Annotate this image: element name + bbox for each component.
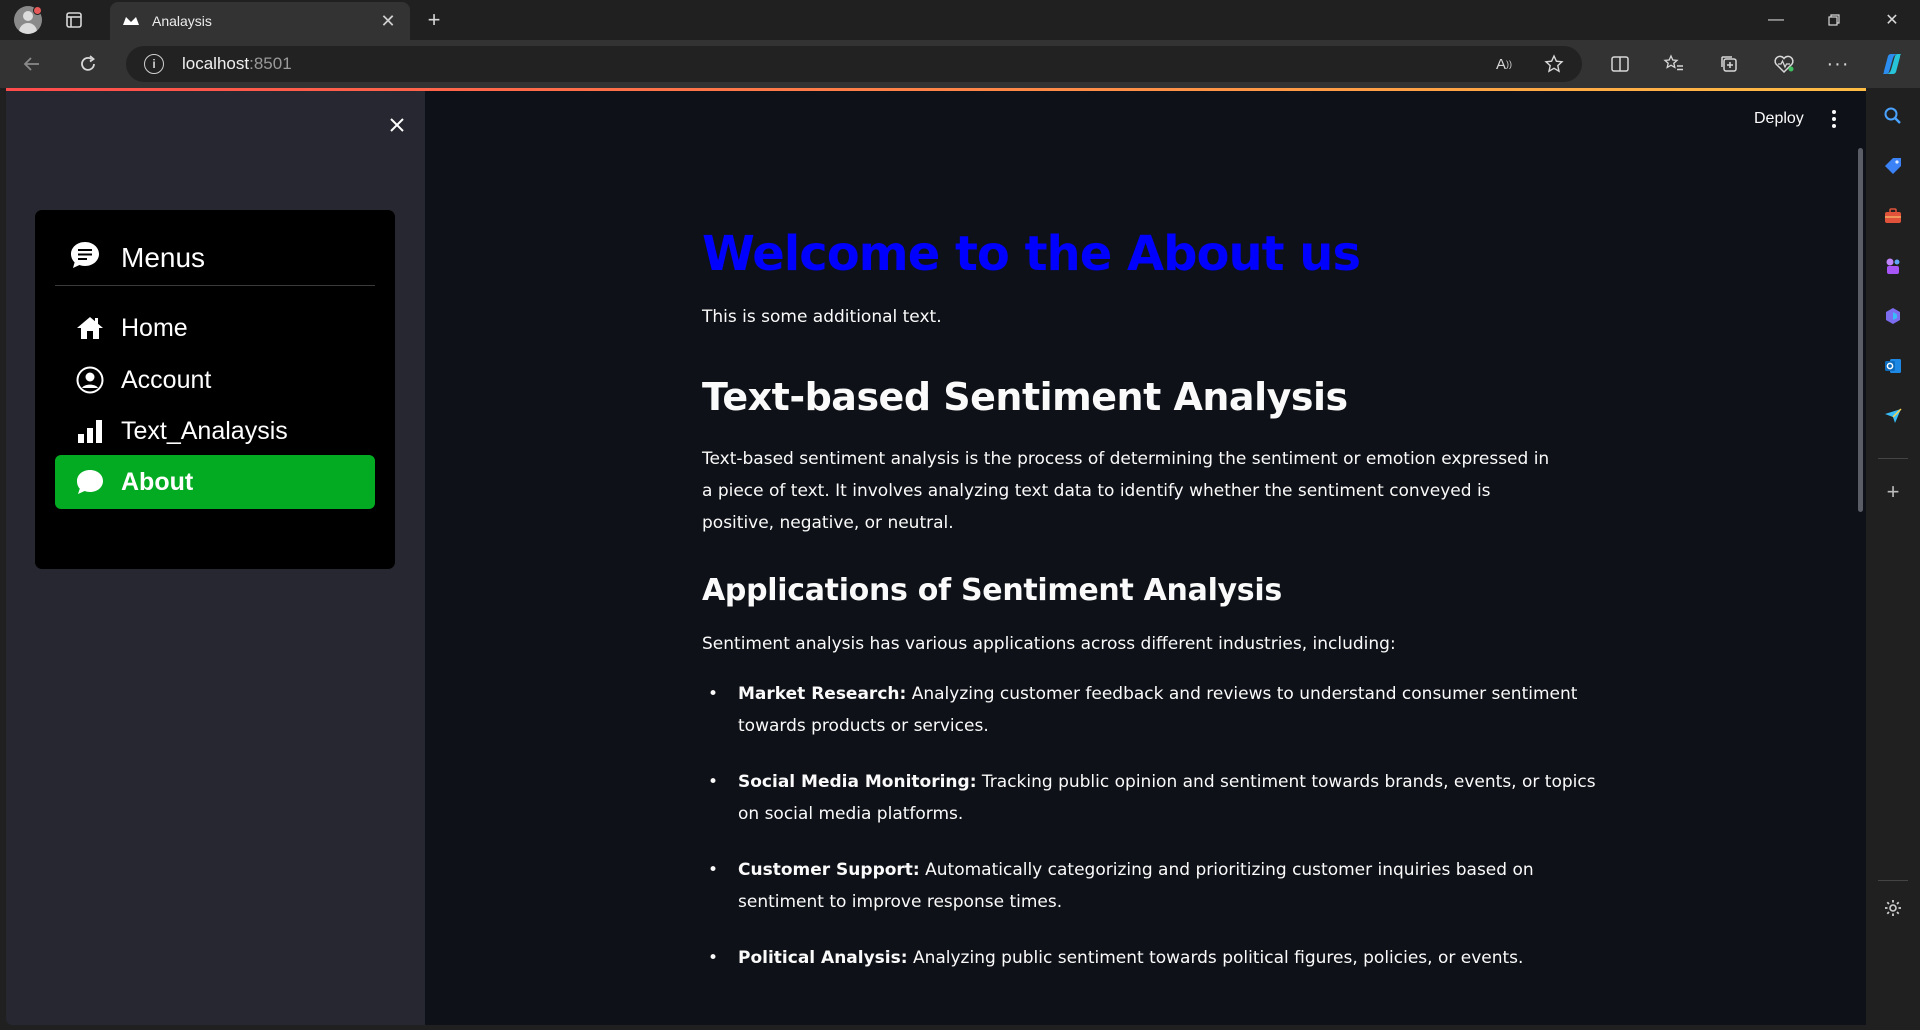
menu-item-text-analaysis[interactable]: Text_Analaysis	[55, 403, 375, 459]
settings-more-icon[interactable]: ···	[1822, 48, 1854, 80]
page-title: Welcome to the About us	[702, 226, 1361, 282]
tab-title: Analaysis	[152, 13, 212, 29]
menu-title: Menus	[121, 241, 206, 273]
list-item-desc: Analyzing public sentiment towards polit…	[907, 947, 1524, 968]
option-menu: Menus Home Account Text_Analaysis About	[35, 210, 395, 569]
list-item: • Market Research: Analyzing customer fee…	[702, 678, 1602, 742]
profile-avatar[interactable]	[12, 4, 44, 36]
chat-bubble-icon	[75, 467, 105, 497]
tab-actions-icon[interactable]	[58, 4, 90, 36]
browser-title-bar: Analaysis ✕ + — ✕	[0, 0, 1920, 40]
menu-item-home[interactable]: Home	[55, 300, 375, 356]
bullet-icon: •	[708, 947, 719, 968]
bullet-icon: •	[708, 771, 719, 792]
list-item-term: Social Media Monitoring:	[738, 771, 977, 792]
tools-briefcase-icon[interactable]	[1877, 200, 1909, 232]
reload-icon[interactable]	[72, 48, 104, 80]
browser-essentials-icon[interactable]	[1768, 48, 1800, 80]
games-icon[interactable]	[1877, 250, 1909, 282]
sidebar-divider-bottom	[1878, 880, 1908, 881]
page-viewport: Menus Home Account Text_Analaysis About …	[6, 88, 1866, 1025]
deploy-button[interactable]: Deploy	[1746, 104, 1812, 134]
close-sidebar-icon[interactable]	[381, 109, 413, 141]
search-icon[interactable]	[1877, 100, 1909, 132]
new-tab-icon[interactable]: +	[418, 4, 450, 36]
chat-dots-icon	[69, 240, 101, 275]
notification-dot	[33, 6, 42, 15]
favorites-icon[interactable]	[1658, 48, 1690, 80]
bullet-icon: •	[708, 859, 719, 880]
sidebar-settings-gear-icon[interactable]	[1877, 892, 1909, 924]
url-port: :8501	[249, 54, 292, 73]
browser-tab[interactable]: Analaysis ✕	[110, 2, 410, 40]
applications-intro: Sentiment analysis has various applicati…	[702, 633, 1396, 654]
close-window-icon[interactable]: ✕	[1864, 0, 1920, 40]
close-tab-icon[interactable]: ✕	[378, 11, 398, 32]
applications-list: • Market Research: Analyzing customer fee…	[702, 678, 1602, 974]
site-info-icon[interactable]: i	[144, 54, 164, 74]
add-sidebar-app-icon[interactable]: +	[1877, 476, 1909, 508]
main-content: Welcome to the About us This is some add…	[702, 228, 1602, 998]
list-item: • Customer Support: Automatically categor…	[702, 854, 1602, 918]
menu-header: Menus	[55, 230, 375, 286]
microsoft-365-icon[interactable]	[1877, 300, 1909, 332]
favorite-star-icon[interactable]	[1538, 48, 1570, 80]
list-item-term: Political Analysis:	[738, 947, 908, 968]
collections-icon[interactable]	[1713, 48, 1745, 80]
send-drop-icon[interactable]	[1877, 400, 1909, 432]
split-screen-icon[interactable]	[1604, 48, 1636, 80]
list-item-term: Market Research:	[738, 683, 907, 704]
shopping-tag-icon[interactable]	[1877, 150, 1909, 182]
section-heading: Text-based Sentiment Analysis	[702, 374, 1348, 419]
streamlit-favicon-icon	[122, 12, 140, 30]
menu-item-label: About	[121, 467, 194, 496]
menu-item-about[interactable]: About	[55, 455, 375, 509]
person-circle-icon	[75, 365, 105, 395]
menu-item-account[interactable]: Account	[55, 352, 375, 408]
back-arrow-icon[interactable]	[16, 48, 48, 80]
minimize-icon[interactable]: —	[1748, 0, 1804, 40]
main-menu-kebab-icon[interactable]	[1822, 104, 1846, 134]
outlook-icon[interactable]	[1877, 350, 1909, 382]
menu-item-label: Home	[121, 313, 188, 342]
read-aloud-icon[interactable]: A))	[1488, 48, 1520, 80]
restore-icon[interactable]	[1806, 0, 1862, 40]
house-icon	[75, 313, 105, 343]
url-field[interactable]: i localhost:8501	[126, 46, 1582, 82]
address-toolbar: i localhost:8501 A)) ···	[0, 40, 1920, 88]
url-host: localhost	[182, 54, 250, 73]
applications-heading: Applications of Sentiment Analysis	[702, 572, 1282, 608]
menu-item-label: Text_Analaysis	[121, 416, 288, 445]
sidebar-divider	[1878, 458, 1908, 459]
list-item: • Political Analysis: Analyzing public se…	[702, 942, 1602, 974]
menu-item-label: Account	[121, 365, 212, 394]
bar-chart-icon	[75, 416, 105, 446]
list-item: • Social Media Monitoring: Tracking publi…	[702, 766, 1602, 830]
list-item-term: Customer Support:	[738, 859, 920, 880]
page-scrollbar[interactable]	[1858, 148, 1863, 512]
intro-text: This is some additional text.	[702, 306, 942, 327]
streamlit-sidebar: Menus Home Account Text_Analaysis About	[6, 91, 425, 1025]
edge-sidebar: +	[1866, 88, 1920, 1030]
section-paragraph: Text-based sentiment analysis is the pro…	[702, 448, 1550, 533]
copilot-icon[interactable]	[1876, 48, 1908, 80]
bullet-icon: •	[708, 683, 719, 704]
